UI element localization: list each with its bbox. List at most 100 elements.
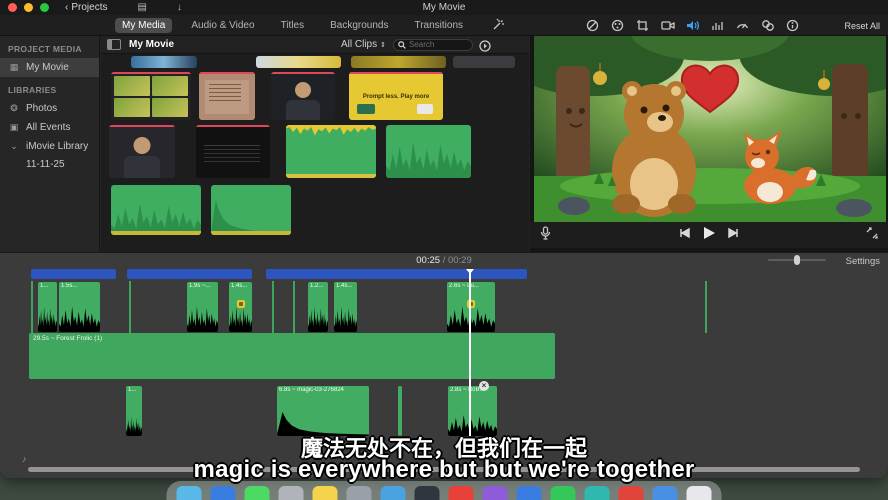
sidebar-item-library-date[interactable]: 11-11-25 (0, 156, 99, 173)
dock-app-icon[interactable] (177, 486, 202, 500)
title-bar-clip[interactable] (266, 269, 527, 279)
dock-app-icon[interactable] (517, 486, 542, 500)
reset-all-button[interactable]: Reset All (844, 21, 880, 31)
sidebar-item-photos[interactable]: ❂ Photos (0, 99, 99, 118)
skip-forward-button[interactable] (728, 226, 740, 244)
dock-app-icon[interactable] (211, 486, 236, 500)
color-balance-icon[interactable] (585, 18, 600, 33)
background-music-clip[interactable]: 29.5s ~ Forest Frolic (1) (29, 333, 555, 379)
playhead[interactable] (469, 269, 471, 436)
zoom-window-button[interactable] (40, 3, 49, 12)
all-clips-dropdown[interactable]: All Clips ⇕ (341, 39, 386, 50)
video-clip[interactable]: 1.2... (308, 282, 328, 332)
zoom-slider-thumb[interactable] (794, 255, 800, 265)
video-clip[interactable]: 2.6s ~ Lu... (447, 282, 495, 332)
close-window-button[interactable] (8, 3, 17, 12)
dock-app-icon[interactable] (279, 486, 304, 500)
dock-app-icon[interactable] (449, 486, 474, 500)
media-thumbnail[interactable]: Prompt less. Play more (349, 72, 443, 120)
dock-app-icon[interactable] (653, 486, 678, 500)
media-thumbnail[interactable] (211, 185, 291, 235)
fullscreen-icon[interactable] (866, 226, 878, 244)
sidebar-item-all-events[interactable]: ▣ All Events (0, 118, 99, 137)
chevron-updown-icon: ⇕ (380, 41, 386, 49)
libraries-header: LIBRARIES (0, 77, 99, 99)
media-thumbnail[interactable] (111, 185, 201, 235)
timeline-zoom-slider[interactable] (768, 259, 826, 261)
audio-clip[interactable]: 6.8s ~ magic-03-276824 (277, 386, 369, 436)
media-thumbnail[interactable] (196, 125, 270, 178)
project-media-header: PROJECT MEDIA (0, 36, 99, 58)
tab-audio-video[interactable]: Audio & Video (184, 18, 261, 33)
delete-clip-badge[interactable]: × (479, 381, 489, 391)
media-thumbnail[interactable] (351, 56, 446, 68)
color-correction-icon[interactable] (610, 18, 625, 33)
sidebar-item-imovie-library[interactable]: ⌄ iMovie Library (0, 137, 99, 156)
projects-back-button[interactable]: ‹ Projects (65, 2, 107, 13)
dock-app-icon[interactable] (347, 486, 372, 500)
media-thumbnail[interactable] (199, 72, 255, 120)
search-field[interactable] (393, 39, 473, 51)
tab-titles[interactable]: Titles (274, 18, 312, 33)
video-clip[interactable]: 1.5s... (59, 282, 100, 332)
clapboard-icon: ▦ (8, 62, 20, 73)
media-thumbnail[interactable] (453, 56, 515, 68)
media-thumbnail[interactable] (131, 56, 197, 68)
media-thumbnail[interactable] (256, 56, 341, 68)
media-tabs: My Media Audio & Video Titles Background… (115, 18, 470, 33)
enhance-wand-icon[interactable] (492, 18, 505, 36)
search-input[interactable] (409, 40, 467, 49)
audio-clip[interactable] (398, 386, 402, 436)
audio-clip[interactable]: 1... (126, 386, 142, 436)
title-bar-clip[interactable] (31, 269, 116, 279)
title-bar-clip[interactable] (127, 269, 252, 279)
clip-connector (31, 281, 33, 333)
play-button[interactable] (702, 226, 716, 245)
media-thumbnail[interactable] (286, 125, 376, 178)
clip-connector (272, 281, 274, 333)
video-clip[interactable]: 1.9s ~... (187, 282, 218, 332)
preview-frame-forest-scene (534, 36, 886, 222)
subtitle-english: magic is everywhere but but we're togeth… (0, 456, 888, 484)
volume-icon[interactable] (685, 18, 700, 33)
export-icon[interactable]: ▤ (137, 2, 146, 13)
stabilization-icon[interactable] (660, 18, 675, 33)
download-icon[interactable]: ↓ (177, 2, 182, 13)
dock-app-icon[interactable] (551, 486, 576, 500)
adjust-toolbar (585, 18, 800, 33)
media-thumbnail[interactable] (111, 72, 191, 120)
crop-icon[interactable] (635, 18, 650, 33)
dock-app-icon[interactable] (585, 486, 610, 500)
timeline-settings-button[interactable]: Settings (846, 256, 880, 267)
search-icon (398, 41, 406, 49)
dock-app-icon[interactable] (381, 486, 406, 500)
dock-app-icon[interactable] (313, 486, 338, 500)
dock-app-icon[interactable] (245, 486, 270, 500)
media-browser-header: My Movie All Clips ⇕ (101, 36, 529, 54)
video-clip[interactable]: 1.4s... (229, 282, 252, 332)
minimize-window-button[interactable] (24, 3, 33, 12)
media-thumbnail[interactable] (271, 72, 335, 120)
dock-app-icon[interactable] (619, 486, 644, 500)
tab-backgrounds[interactable]: Backgrounds (323, 18, 395, 33)
media-thumbnail[interactable] (109, 125, 175, 178)
video-clip[interactable]: 1... (38, 282, 57, 332)
dock-app-icon[interactable] (483, 486, 508, 500)
sidebar-toggle-icon[interactable] (107, 39, 121, 50)
noise-reduction-icon[interactable] (710, 18, 725, 33)
audio-clip[interactable]: 2.8s ~ BoB... (448, 386, 497, 436)
dock-app-icon[interactable] (687, 486, 712, 500)
timeline-header: 00:25 / 00:29 Settings (0, 253, 888, 268)
sidebar-item-my-movie[interactable]: ▦ My Movie (0, 58, 99, 77)
video-clip[interactable]: 1.4s... (334, 282, 357, 332)
skip-back-button[interactable] (678, 226, 690, 244)
clip-filter-icon[interactable] (760, 18, 775, 33)
tab-transitions[interactable]: Transitions (407, 18, 470, 33)
speed-icon[interactable] (735, 18, 750, 33)
preview-viewer[interactable] (534, 36, 886, 222)
tab-my-media[interactable]: My Media (115, 18, 172, 33)
dock-app-icon[interactable] (415, 486, 440, 500)
info-icon[interactable] (785, 18, 800, 33)
voiceover-mic-icon[interactable] (540, 226, 551, 245)
media-thumbnail[interactable] (386, 125, 471, 178)
